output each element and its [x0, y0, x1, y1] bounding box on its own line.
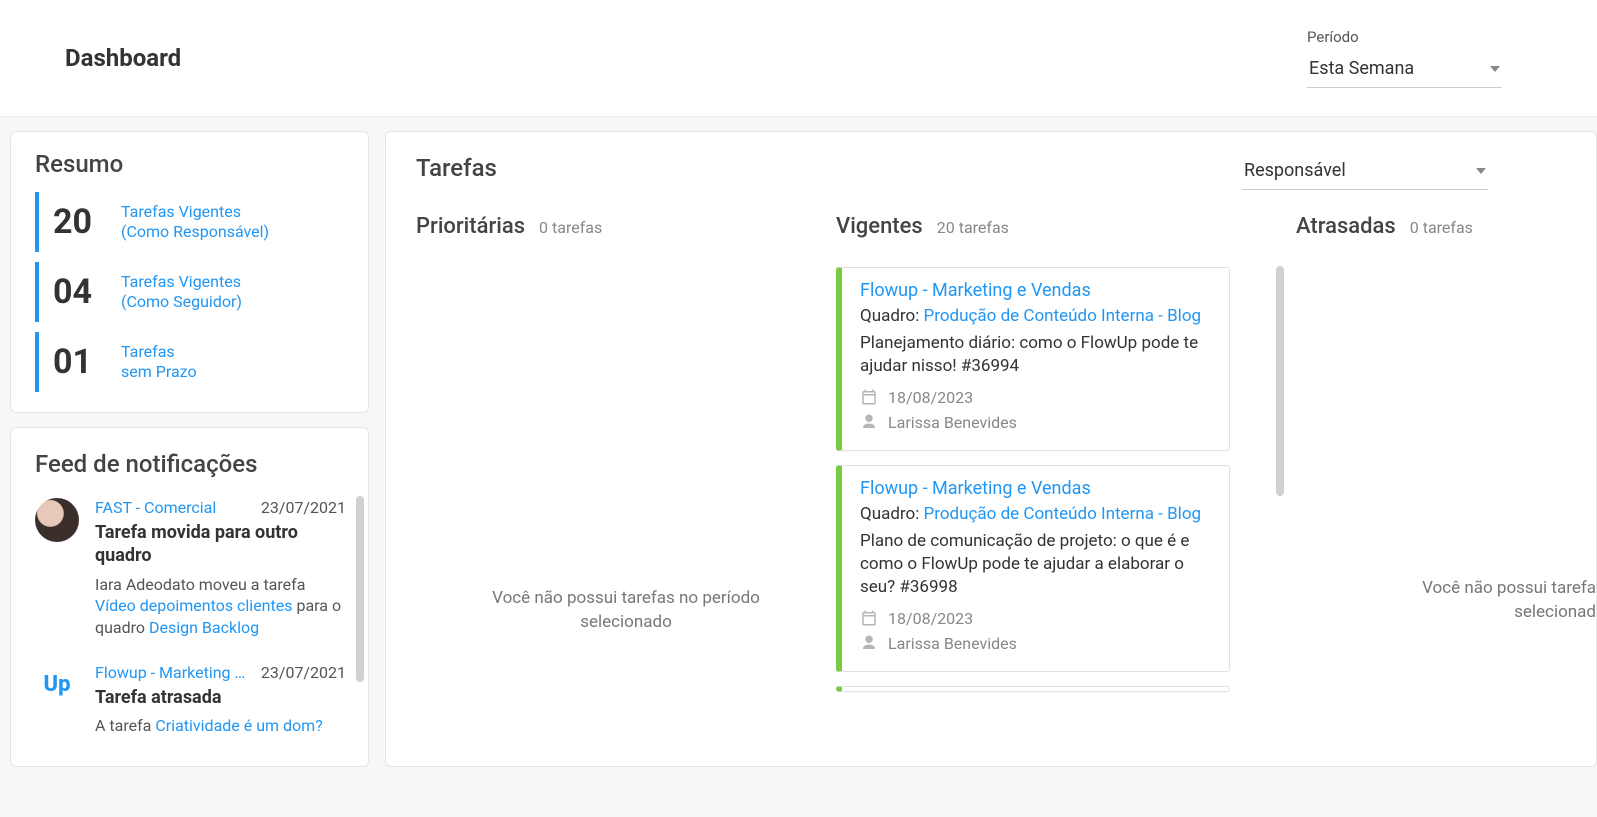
col-title: Prioritárias [416, 214, 525, 239]
scrollbar[interactable] [356, 496, 364, 682]
task-board: Quadro: Produção de Conteúdo Interna - B… [860, 305, 1215, 328]
feed-date: 23/07/2021 [261, 663, 346, 682]
task-board-link[interactable]: Produção de Conteúdo Interna - Blog [924, 504, 1202, 524]
col-title: Atrasadas [1296, 214, 1396, 239]
feed-date: 23/07/2021 [261, 498, 346, 517]
task-assignee: Larissa Benevides [888, 413, 1017, 432]
user-icon [860, 413, 878, 431]
responsavel-value: Responsável [1244, 160, 1346, 181]
feed-link[interactable]: Vídeo depoimentos clientes [95, 596, 293, 615]
col-count: 0 tarefas [1410, 218, 1473, 237]
feed-headline: Tarefa movida para outro quadro [95, 521, 346, 568]
feed-description: A tarefa Criatividade é um dom? [95, 715, 346, 737]
task-board-link[interactable]: Produção de Conteúdo Interna - Blog [924, 306, 1202, 326]
stat-label: Tarefas sem Prazo [121, 342, 197, 382]
task-project-link[interactable]: Flowup - Marketing e Vendas [860, 280, 1215, 301]
task-assignee: Larissa Benevides [888, 634, 1017, 653]
chevron-down-icon [1476, 168, 1486, 174]
col-count: 0 tarefas [539, 218, 602, 237]
feed-headline: Tarefa atrasada [95, 686, 346, 709]
avatar: Up [35, 663, 79, 707]
col-atrasadas: Atrasadas 0 tarefas Você não possui tare… [1296, 214, 1596, 706]
feed-link[interactable]: Criatividade é um dom? [155, 716, 322, 735]
feed-item[interactable]: Up Flowup - Marketing … 23/07/2021 Taref… [35, 663, 350, 737]
stat-value: 01 [53, 342, 101, 382]
period-value: Esta Semana [1309, 58, 1414, 79]
col-vigentes: Vigentes 20 tarefas Flowup - Marketing e… [836, 214, 1266, 706]
feed-title: Feed de notificações [35, 450, 358, 478]
feed-item[interactable]: FAST - Comercial 23/07/2021 Tarefa movid… [35, 498, 350, 639]
resumo-title: Resumo [35, 150, 344, 178]
task-name: Planejamento diário: como o FlowUp pode … [860, 332, 1215, 378]
stat-sem-prazo[interactable]: 01 Tarefas sem Prazo [35, 332, 344, 392]
col-count: 20 tarefas [937, 218, 1009, 237]
stat-vigentes-seguidor[interactable]: 04 Tarefas Vigentes (Como Seguidor) [35, 262, 344, 322]
resumo-card: Resumo 20 Tarefas Vigentes (Como Respons… [10, 131, 369, 413]
col-prioritarias: Prioritárias 0 tarefas Você não possui t… [416, 214, 836, 706]
feed-description: Iara Adeodato moveu a tarefa Vídeo depoi… [95, 574, 346, 639]
task-board: Quadro: Produção de Conteúdo Interna - B… [860, 503, 1215, 526]
task-card[interactable]: Flowup - Marketing e Vendas Quadro: Prod… [836, 465, 1230, 672]
col-title: Vigentes [836, 214, 923, 239]
period-filter: Período Esta Semana [1307, 28, 1502, 88]
feed-source[interactable]: Flowup - Marketing … [95, 663, 245, 682]
calendar-icon [860, 388, 878, 406]
stat-label: Tarefas Vigentes (Como Seguidor) [121, 272, 242, 312]
page-title: Dashboard [65, 44, 181, 72]
stat-vigentes-responsavel[interactable]: 20 Tarefas Vigentes (Como Responsável) [35, 192, 344, 252]
task-date: 18/08/2023 [888, 388, 973, 407]
task-name: Plano de comunicação de projeto: o que é… [860, 530, 1215, 599]
feed-source[interactable]: FAST - Comercial [95, 498, 216, 517]
task-date: 18/08/2023 [888, 609, 973, 628]
scrollbar[interactable] [1276, 266, 1284, 496]
feed-list[interactable]: FAST - Comercial 23/07/2021 Tarefa movid… [35, 498, 358, 758]
feed-card: Feed de notificações FAST - Comercial 23… [10, 427, 369, 767]
calendar-icon [860, 609, 878, 627]
period-label: Período [1307, 28, 1359, 46]
stat-value: 04 [53, 272, 101, 312]
task-project-link[interactable]: Flowup - Marketing e Vendas [860, 478, 1215, 499]
stat-label: Tarefas Vigentes (Como Responsável) [121, 202, 269, 242]
empty-placeholder: Você não possui tarefas no período selec… [416, 267, 836, 635]
feed-link[interactable]: Design Backlog [149, 618, 259, 637]
chevron-down-icon [1490, 66, 1500, 72]
avatar [35, 498, 79, 542]
task-card[interactable] [836, 686, 1230, 692]
task-card[interactable]: Flowup - Marketing e Vendas Quadro: Prod… [836, 267, 1230, 451]
stat-value: 20 [53, 202, 101, 242]
header: Dashboard Período Esta Semana [0, 0, 1597, 117]
user-icon [860, 634, 878, 652]
tarefas-card: Tarefas Responsável Prioritárias 0 taref… [385, 131, 1597, 767]
empty-placeholder: Você não possui tarefa selecionad [1296, 267, 1596, 625]
period-select[interactable]: Esta Semana [1307, 52, 1502, 88]
tarefas-title: Tarefas [416, 154, 497, 182]
responsavel-select[interactable]: Responsável [1242, 154, 1488, 190]
